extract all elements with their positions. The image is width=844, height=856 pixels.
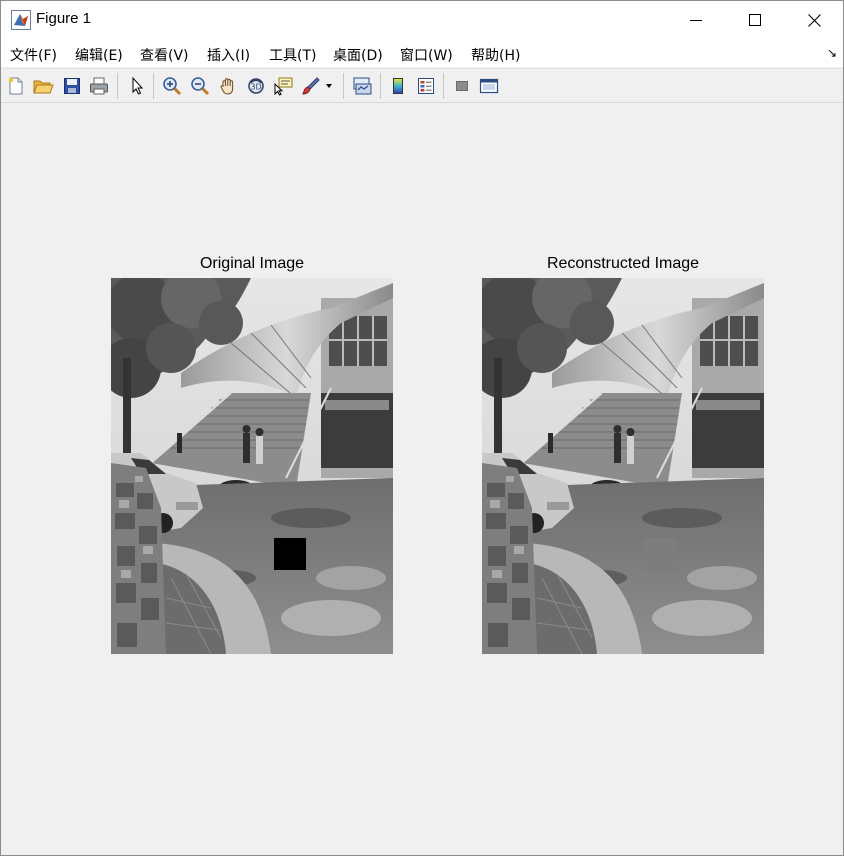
original-image: [111, 278, 393, 654]
menu-help[interactable]: 帮助(H): [471, 45, 520, 65]
show-plot-tools-button[interactable]: [478, 75, 500, 97]
menu-window[interactable]: 窗口(W): [400, 45, 453, 65]
print-button[interactable]: [88, 75, 110, 97]
save-button[interactable]: [61, 75, 83, 97]
new-figure-icon: [8, 77, 23, 95]
brush-button[interactable]: [300, 75, 322, 97]
minimize-icon: [690, 20, 702, 21]
reconstructed-image: [482, 278, 764, 654]
rotate-3d-button[interactable]: 3D: [245, 75, 267, 97]
print-icon: [90, 77, 108, 95]
zoom-out-button[interactable]: [189, 75, 211, 97]
menu-bar: 文件(F) 编辑(E) 查看(V) 插入(I) 工具(T) 桌面(D) 窗口(W…: [1, 39, 843, 67]
legend-icon: [418, 78, 434, 94]
toolbar-separator: [443, 73, 444, 99]
menu-view[interactable]: 查看(V): [140, 45, 189, 65]
toolbar-separator: [343, 73, 344, 99]
maximize-icon: [749, 14, 761, 26]
brush-dropdown-button[interactable]: [323, 75, 335, 97]
occlusion-block: [274, 538, 306, 570]
pan-button[interactable]: [217, 75, 239, 97]
hide-plot-tools-button[interactable]: [451, 75, 473, 97]
new-figure-button[interactable]: [5, 75, 27, 97]
menu-insert[interactable]: 插入(I): [207, 45, 250, 65]
link-plot-icon: [353, 77, 372, 95]
open-button[interactable]: [32, 75, 54, 97]
svg-text:3D: 3D: [250, 83, 261, 92]
data-cursor-icon: [274, 77, 293, 96]
pan-hand-icon: [220, 78, 234, 95]
colorbar-icon: [393, 78, 403, 94]
rotate-3d-icon: 3D: [248, 78, 264, 94]
zoom-in-icon: [163, 77, 182, 96]
window-title: Figure 1: [36, 10, 92, 27]
menu-overflow-icon[interactable]: ↘: [827, 46, 837, 60]
zoom-in-button[interactable]: [161, 75, 183, 97]
data-cursor-button[interactable]: [272, 75, 294, 97]
menu-file[interactable]: 文件(F): [10, 45, 57, 65]
menu-tools[interactable]: 工具(T): [269, 45, 316, 65]
reconstructed-photo: [482, 278, 764, 654]
select-pointer-icon: [132, 76, 144, 95]
menu-desktop[interactable]: 桌面(D): [333, 45, 383, 65]
show-plot-tools-icon: [479, 78, 499, 94]
hide-plot-tools-icon: [456, 81, 468, 91]
close-button[interactable]: [785, 1, 843, 39]
brush-icon: [302, 77, 320, 95]
close-icon: [807, 13, 821, 27]
matlab-logo-icon: [11, 10, 31, 30]
left-axes-title: Original Image: [199, 255, 305, 272]
reconstructed-patch: [645, 538, 677, 570]
toolbar-separator: [153, 73, 154, 99]
legend-button[interactable]: [415, 75, 437, 97]
right-axes-title: Reconstructed Image: [546, 255, 700, 272]
maximize-button[interactable]: [726, 1, 784, 39]
figure-toolbar: 3D: [1, 68, 843, 103]
toolbar-separator: [117, 73, 118, 99]
minimize-button[interactable]: [667, 1, 725, 39]
zoom-out-icon: [191, 77, 210, 96]
toolbar-separator: [380, 73, 381, 99]
menu-edit[interactable]: 编辑(E): [75, 45, 123, 65]
title-bar[interactable]: Figure 1: [1, 1, 843, 39]
open-folder-icon: [33, 80, 54, 94]
select-button[interactable]: [126, 75, 148, 97]
brush-dropdown-icon: [326, 84, 332, 88]
colorbar-button[interactable]: [387, 75, 409, 97]
original-photo: [111, 278, 393, 654]
save-icon: [64, 78, 80, 94]
figure-window: Figure 1 文件(F) 编辑(E) 查看(V) 插入(I) 工具(T) 桌…: [0, 0, 844, 856]
link-plot-button[interactable]: [351, 75, 373, 97]
